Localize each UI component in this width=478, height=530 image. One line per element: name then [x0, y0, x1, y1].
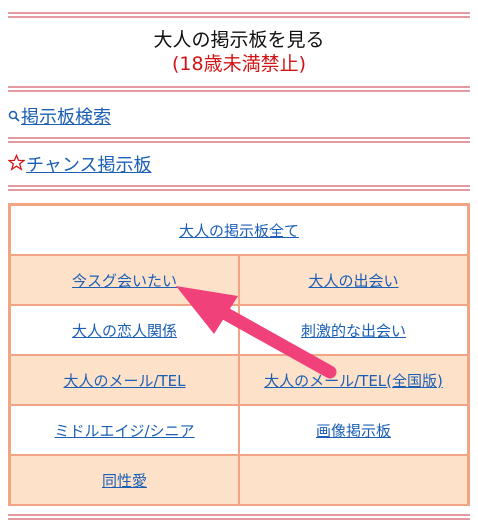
page-title: 大人の掲示板を見る: [153, 29, 325, 51]
grid-cell-empty: [239, 455, 468, 505]
top-divider: [8, 12, 470, 18]
divider-after-header: [8, 86, 470, 92]
search-board-link[interactable]: 掲示板検索: [21, 103, 111, 129]
chance-board-link[interactable]: チャンス掲示板: [26, 151, 151, 177]
adult-lover-link[interactable]: 大人の恋人関係: [72, 320, 177, 341]
divider-after-search: [8, 137, 470, 143]
divider-after-chance: [8, 185, 470, 191]
middle-age-senior-link[interactable]: ミドルエイジ/シニア: [54, 420, 194, 441]
adult-mail-tel-link[interactable]: 大人のメール/TEL: [63, 370, 185, 391]
grid-cell: ミドルエイジ/シニア: [10, 405, 239, 455]
all-boards-link[interactable]: 大人の掲示板全て: [179, 220, 299, 241]
grid-cell: 今スグ会いたい: [10, 255, 239, 305]
exciting-meeting-link[interactable]: 刺激的な出会い: [301, 320, 406, 341]
grid-cell-all: 大人の掲示板全て: [10, 205, 468, 255]
grid-cell: 刺激的な出会い: [239, 305, 468, 355]
grid-cell: 画像掲示板: [239, 405, 468, 455]
grid-cell: 大人の恋人関係: [10, 305, 239, 355]
age-restriction-notice: (18歳未満禁止): [171, 53, 306, 75]
grid-cell: 大人のメール/TEL: [10, 355, 239, 405]
header: 大人の掲示板を見る (18歳未満禁止): [8, 28, 470, 76]
star-outline-icon: [7, 153, 26, 175]
adult-meeting-link[interactable]: 大人の出会い: [308, 270, 398, 291]
grid-cell: 大人の出会い: [239, 255, 468, 305]
adult-mail-tel-national-link[interactable]: 大人のメール/TEL(全国版): [264, 370, 443, 391]
nav-chance-row: チャンス掲示板: [7, 149, 470, 179]
same-sex-link[interactable]: 同性愛: [102, 470, 147, 491]
bottom-divider: [8, 514, 470, 520]
grid-cell: 大人のメール/TEL(全国版): [239, 355, 468, 405]
meet-now-link[interactable]: 今スグ会いたい: [72, 270, 177, 291]
board-category-grid: 大人の掲示板全て 今スグ会いたい 大人の出会い 大人の恋人関係 刺激的な出会い …: [8, 203, 470, 506]
magnifier-icon: [8, 107, 20, 126]
image-board-link[interactable]: 画像掲示板: [316, 420, 391, 441]
nav-search-row: 掲示板検索: [8, 101, 470, 131]
grid-cell: 同性愛: [10, 455, 239, 505]
